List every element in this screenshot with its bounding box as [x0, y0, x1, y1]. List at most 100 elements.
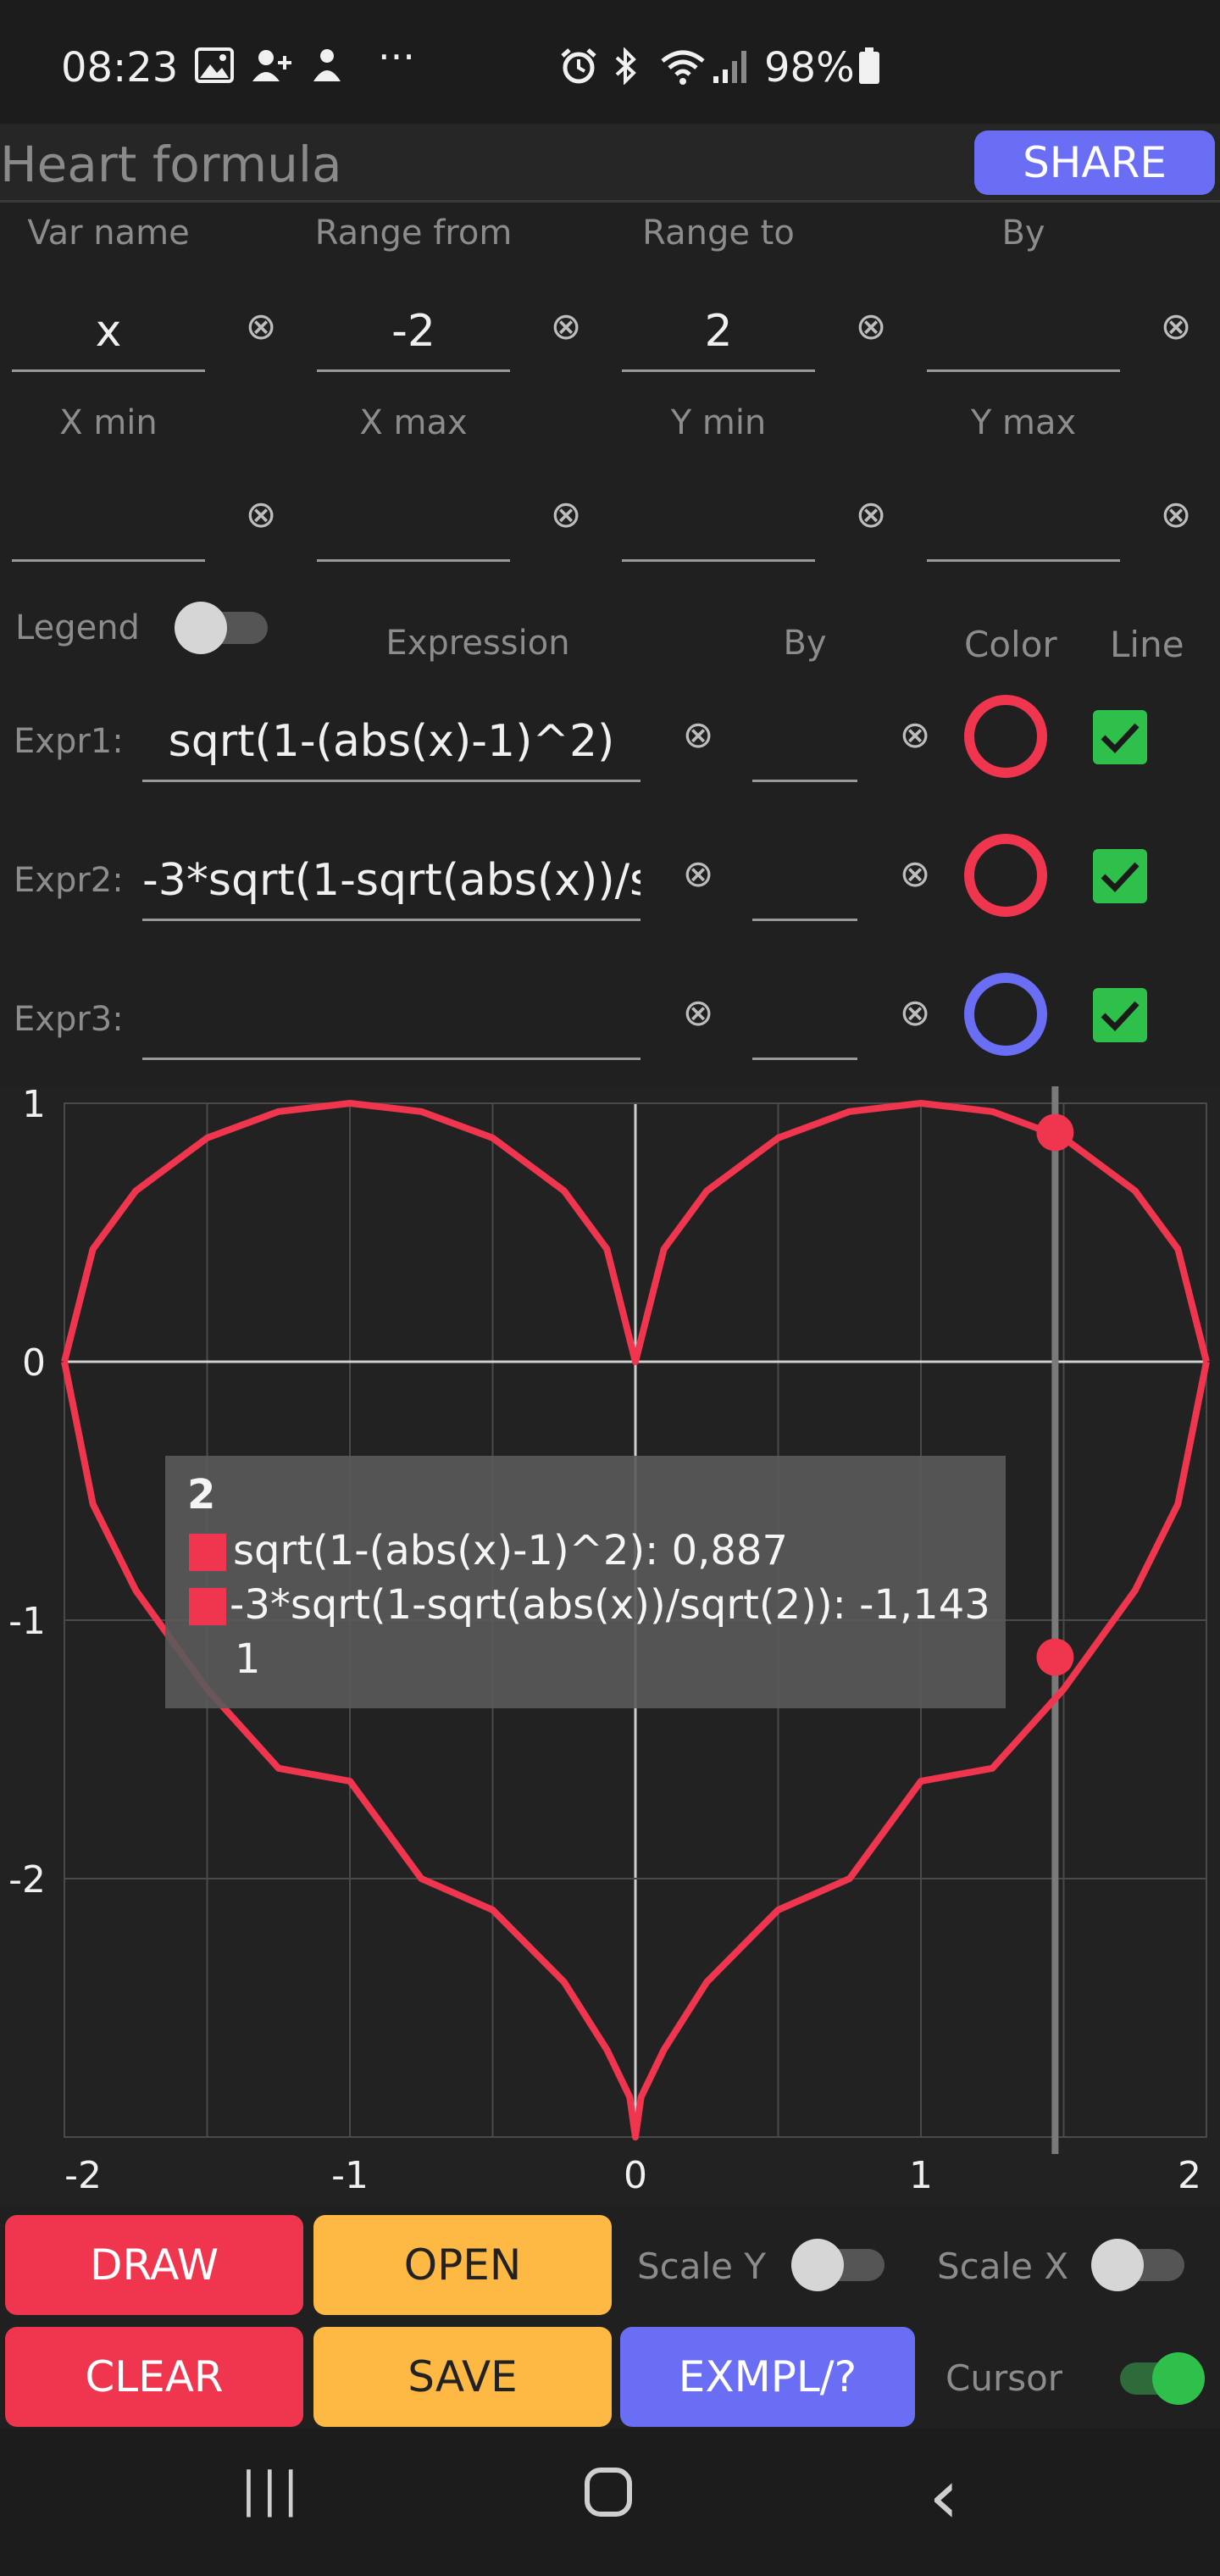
- x-max-header: X max: [359, 403, 468, 442]
- system-nav-bar: ||| ‹: [0, 2429, 1220, 2576]
- expr3-color-picker[interactable]: [964, 973, 1047, 1056]
- clear-expr1-by-icon[interactable]: ⊗: [890, 713, 940, 757]
- share-button[interactable]: SHARE: [974, 130, 1215, 195]
- expr2-input[interactable]: -3*sqrt(1-sqrt(abs(x))/s: [142, 842, 640, 921]
- expr2-by-input[interactable]: [752, 842, 857, 921]
- alarm-icon: [559, 47, 598, 93]
- status-time: 08:23: [61, 44, 179, 92]
- check-icon: [1101, 862, 1140, 893]
- x-tick-label: -1: [331, 2154, 369, 2197]
- expr1-input[interactable]: sqrt(1-(abs(x)-1)^2): [142, 703, 640, 782]
- expr3-by-input[interactable]: [752, 981, 857, 1060]
- clear-range-by-icon[interactable]: ⊗: [1151, 305, 1201, 348]
- cursor-point-1: [1036, 1113, 1074, 1152]
- range-by-input[interactable]: [927, 293, 1120, 372]
- expr-by-header: By: [783, 624, 827, 663]
- add-contact-icon: [251, 47, 293, 92]
- x-max-input[interactable]: [317, 483, 510, 562]
- clear-range-from-icon[interactable]: ⊗: [541, 305, 591, 348]
- recents-nav-button[interactable]: |||: [241, 2462, 304, 2518]
- expr3-label: Expr3:: [14, 1000, 124, 1039]
- clear-expr3-by-icon[interactable]: ⊗: [890, 991, 940, 1035]
- y-min-input[interactable]: [622, 483, 815, 562]
- tooltip-series1-swatch: [189, 1534, 226, 1571]
- formula-title-input[interactable]: Heart formula: [0, 136, 342, 193]
- y-max-input[interactable]: [927, 483, 1120, 562]
- check-icon: [1101, 1001, 1140, 1032]
- save-button[interactable]: SAVE: [313, 2327, 612, 2427]
- expr3-line-checkbox[interactable]: [1093, 988, 1147, 1042]
- tooltip-series2-swatch: [189, 1588, 226, 1625]
- x-min-header: X min: [59, 403, 158, 442]
- y-min-header: Y min: [670, 403, 767, 442]
- x-min-input[interactable]: [12, 483, 205, 562]
- expr1-line-checkbox[interactable]: [1093, 710, 1147, 764]
- scale-y-label: Scale Y: [637, 2246, 767, 2287]
- tooltip-series2-value: -3*sqrt(1-sqrt(abs(x))/sqrt(2)): -1,143: [230, 1581, 990, 1629]
- tooltip-series1-value: sqrt(1-(abs(x)-1)^2): 0,887: [233, 1527, 789, 1574]
- x-tick-label: 1: [909, 2154, 933, 2197]
- examples-button[interactable]: EXMPL/?: [620, 2327, 915, 2427]
- y-max-header: Y max: [970, 403, 1077, 442]
- signal-icon: [712, 47, 751, 93]
- status-bar: 08:23 ··· 98%: [0, 0, 1220, 124]
- open-button[interactable]: OPEN: [313, 2215, 612, 2315]
- cursor-toggle[interactable]: [1112, 2352, 1205, 2405]
- scale-x-toggle[interactable]: [1091, 2239, 1184, 2291]
- range-to-input[interactable]: 2: [622, 293, 815, 372]
- y-tick-label: 1: [22, 1086, 46, 1126]
- x-tick-label: 0: [624, 2154, 647, 2197]
- clear-range-to-icon[interactable]: ⊗: [846, 305, 896, 348]
- var-name-header: Var name: [27, 214, 190, 253]
- battery-level: 98%: [764, 44, 855, 92]
- scale-x-label: Scale X: [937, 2246, 1069, 2287]
- scale-y-toggle[interactable]: [791, 2239, 884, 2291]
- tooltip-header: 2: [187, 1471, 216, 1518]
- clear-y-max-icon[interactable]: ⊗: [1151, 493, 1201, 536]
- image-icon: [195, 47, 234, 92]
- home-icon: [585, 2468, 632, 2517]
- draw-button[interactable]: DRAW: [5, 2215, 303, 2315]
- more-notifications-icon: ···: [378, 34, 415, 80]
- check-icon: [1101, 723, 1140, 754]
- x-tick-label: 2: [1178, 2154, 1201, 2197]
- legend-toggle[interactable]: [175, 602, 268, 654]
- expr1-color-picker[interactable]: [964, 695, 1047, 778]
- expr2-line-checkbox[interactable]: [1093, 849, 1147, 903]
- var-name-input[interactable]: x: [12, 293, 205, 372]
- wifi-icon: [659, 47, 707, 93]
- title-bar: Heart formula SHARE: [0, 124, 1220, 203]
- bluetooth-icon: [612, 47, 640, 93]
- expr3-input[interactable]: [142, 981, 640, 1060]
- line-header: Line: [1110, 624, 1184, 665]
- back-nav-button[interactable]: ‹: [929, 2452, 959, 2541]
- clear-expr2-icon[interactable]: ⊗: [673, 852, 724, 896]
- expr1-label: Expr1:: [14, 722, 124, 761]
- clear-button[interactable]: CLEAR: [5, 2327, 303, 2427]
- clear-expr3-icon[interactable]: ⊗: [673, 991, 724, 1035]
- assistant-icon: [310, 47, 344, 92]
- clear-var-name-icon[interactable]: ⊗: [236, 305, 286, 348]
- expr1-by-input[interactable]: [752, 703, 857, 782]
- clear-x-max-icon[interactable]: ⊗: [541, 493, 591, 536]
- tooltip-footer: 1: [235, 1635, 261, 1683]
- expression-header: Expression: [385, 624, 570, 663]
- home-nav-button[interactable]: [583, 2466, 634, 2522]
- y-tick-label: -2: [8, 1858, 46, 1901]
- expr2-color-picker[interactable]: [964, 834, 1047, 917]
- clear-expr2-by-icon[interactable]: ⊗: [890, 852, 940, 896]
- clear-y-min-icon[interactable]: ⊗: [846, 493, 896, 536]
- x-tick-label: -2: [64, 2154, 102, 2197]
- by-header: By: [1001, 214, 1045, 253]
- range-to-header: Range to: [642, 214, 795, 253]
- range-from-header: Range from: [314, 214, 513, 253]
- color-header: Color: [964, 624, 1057, 665]
- cursor-tooltip: 2 sqrt(1-(abs(x)-1)^2): 0,887 -3*sqrt(1-…: [165, 1456, 1006, 1708]
- y-tick-label: -1: [8, 1600, 46, 1643]
- cursor-point-2: [1036, 1638, 1074, 1676]
- clear-expr1-icon[interactable]: ⊗: [673, 713, 724, 757]
- expr2-label: Expr2:: [14, 861, 124, 900]
- y-tick-label: 0: [22, 1341, 46, 1385]
- range-from-input[interactable]: -2: [317, 293, 510, 372]
- clear-x-min-icon[interactable]: ⊗: [236, 493, 286, 536]
